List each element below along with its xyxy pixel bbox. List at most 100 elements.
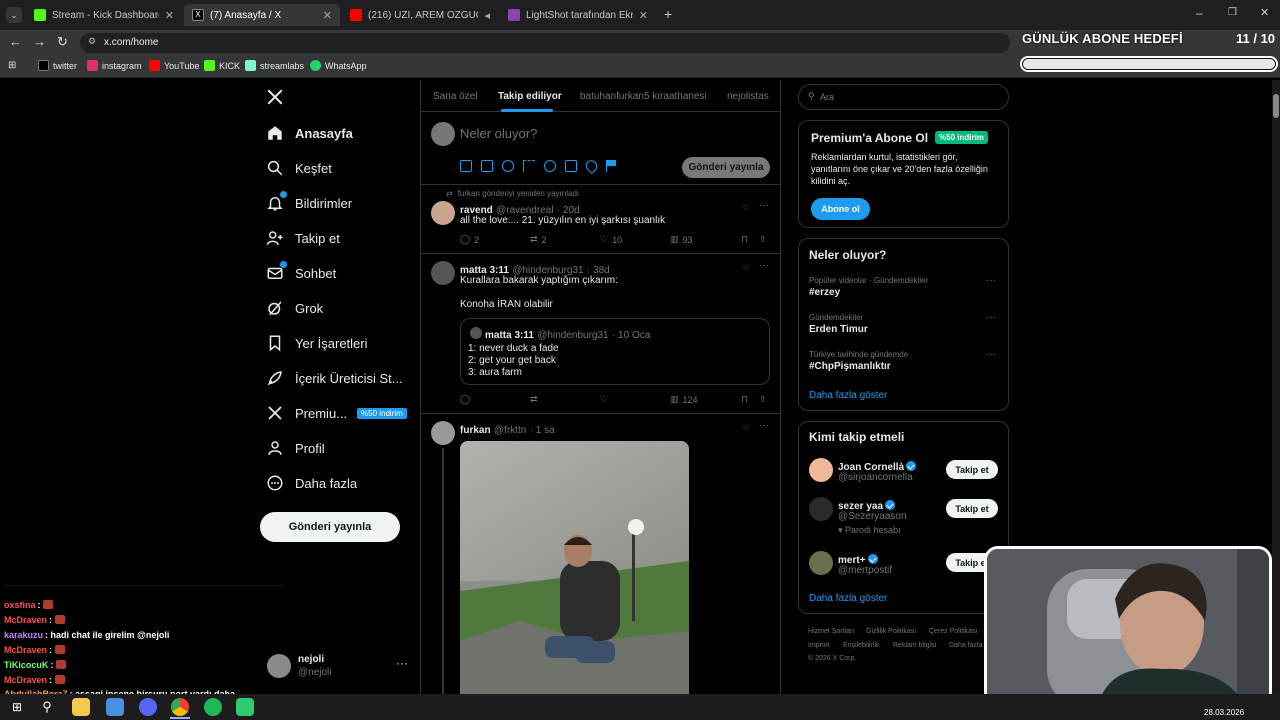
subscribe-button[interactable]: Abone ol bbox=[811, 198, 870, 220]
tab-list-nejolistas[interactable]: nejolistas bbox=[727, 91, 769, 102]
tweet-author-handle[interactable]: @frkttn bbox=[494, 425, 526, 436]
reply-button[interactable]: ◯ 2 bbox=[460, 234, 479, 245]
avatar[interactable] bbox=[431, 261, 455, 285]
nav-notifications[interactable]: Bildirimler bbox=[266, 191, 352, 212]
grok-icon[interactable] bbox=[502, 160, 514, 172]
image-icon[interactable] bbox=[460, 160, 472, 172]
post-button[interactable]: Gönderi yayınla bbox=[260, 512, 400, 542]
address-bar[interactable]: ⚙ x.com/home bbox=[80, 33, 1010, 53]
who-to-follow-show-more[interactable]: Daha fazla göster bbox=[809, 593, 887, 604]
tweet-photo[interactable] bbox=[460, 441, 689, 694]
app-icon[interactable] bbox=[106, 698, 124, 716]
tab-youtube[interactable]: (216) UZI, AREM OZGUC, ARMA... ◂ bbox=[342, 4, 498, 26]
tab-kick-dashboard[interactable]: Stream - Kick Dashboard ✕ bbox=[26, 4, 182, 26]
footer-link[interactable]: Erişilebilirlik bbox=[843, 642, 880, 649]
grok-icon[interactable]: ◌ bbox=[743, 202, 749, 213]
suggested-user-name[interactable]: Joan Cornellà bbox=[838, 459, 917, 473]
footer-link[interactable]: Imprint bbox=[808, 642, 829, 649]
reload-icon[interactable]: ↻ bbox=[57, 34, 68, 50]
search-input[interactable]: Ara bbox=[820, 92, 834, 102]
share-button[interactable]: ⇧ bbox=[759, 394, 767, 405]
avatar[interactable] bbox=[809, 551, 833, 575]
search-box[interactable]: ⚲ Ara bbox=[798, 84, 1009, 110]
close-icon[interactable]: ✕ bbox=[165, 9, 174, 22]
nav-home[interactable]: Anasayfa bbox=[266, 124, 353, 142]
new-tab-icon[interactable]: + bbox=[664, 6, 672, 22]
avatar[interactable] bbox=[431, 421, 455, 445]
search-icon[interactable]: ⚲ bbox=[38, 698, 56, 716]
trend-item[interactable]: Erden Timur bbox=[809, 324, 868, 335]
trends-show-more[interactable]: Daha fazla göster bbox=[809, 390, 887, 401]
compose-post-button[interactable]: Gönderi yayınla bbox=[682, 157, 770, 178]
scrollbar-thumb[interactable] bbox=[1273, 94, 1279, 118]
avatar[interactable] bbox=[809, 458, 833, 482]
windows-start-icon[interactable]: ⊞ bbox=[8, 698, 26, 716]
footer-link[interactable]: Hizmet Şartları bbox=[808, 628, 854, 635]
page-scrollbar[interactable] bbox=[1272, 80, 1280, 694]
poll-icon[interactable] bbox=[523, 160, 535, 172]
forward-icon[interactable]: → bbox=[33, 34, 46, 49]
restore-icon[interactable]: ❐ bbox=[1228, 7, 1237, 18]
reply-button[interactable]: ◯ bbox=[460, 394, 470, 405]
tab-x-home[interactable]: X (7) Anasayfa / X ✕ bbox=[184, 4, 340, 26]
close-window-icon[interactable]: ✕ bbox=[1260, 6, 1269, 19]
audio-icon[interactable]: ◂ bbox=[484, 9, 490, 22]
footer-link[interactable]: Çerez Politikası bbox=[929, 628, 978, 635]
bookmark-whatsapp[interactable]: WhatsApp bbox=[310, 60, 367, 71]
tab-for-you[interactable]: Sana özel bbox=[433, 91, 477, 102]
compose-input[interactable]: Neler oluyor? bbox=[460, 126, 537, 141]
emoji-icon[interactable] bbox=[544, 160, 556, 172]
bookmark-button[interactable]: ⊓ bbox=[741, 234, 748, 245]
more-options-icon[interactable]: ··· bbox=[759, 420, 769, 431]
nav-more[interactable]: Daha fazla bbox=[266, 474, 357, 492]
nav-creator-studio[interactable]: İçerik Üreticisi St... bbox=[266, 369, 403, 387]
tab-search-button[interactable]: ⌄ bbox=[6, 7, 22, 23]
close-icon[interactable]: ✕ bbox=[323, 9, 332, 22]
nav-follow[interactable]: Takip et bbox=[266, 229, 340, 247]
account-switcher[interactable]: nejoli @nejoli ··· bbox=[266, 652, 410, 682]
close-icon[interactable]: ✕ bbox=[639, 9, 648, 22]
apps-icon[interactable]: ⊞ bbox=[8, 60, 16, 71]
nav-explore[interactable]: Keşfet bbox=[266, 159, 332, 177]
follow-button[interactable]: Takip et bbox=[946, 460, 998, 479]
bookmark-twitter[interactable]: twitter bbox=[38, 60, 77, 71]
footer-link[interactable]: Daha fazla bbox=[949, 642, 982, 649]
tweet-author-name[interactable]: furkan bbox=[460, 425, 491, 436]
app-icon[interactable] bbox=[236, 698, 254, 716]
discord-icon[interactable] bbox=[139, 698, 157, 716]
grok-icon[interactable]: ◌ bbox=[743, 422, 749, 433]
avatar[interactable] bbox=[809, 497, 833, 521]
more-options-icon[interactable]: ··· bbox=[986, 312, 996, 323]
bookmark-streamlabs[interactable]: streamlabs bbox=[245, 60, 304, 71]
more-options-icon[interactable]: ··· bbox=[396, 656, 408, 670]
bookmark-kick[interactable]: KICK bbox=[204, 60, 240, 71]
more-options-icon[interactable]: ··· bbox=[759, 260, 769, 271]
tweet-time[interactable]: · 1 sa bbox=[530, 425, 555, 436]
trend-item[interactable]: #ChpPişmanlıktır bbox=[809, 361, 891, 372]
site-info-icon[interactable]: ⚙ bbox=[88, 36, 96, 47]
x-logo-icon[interactable] bbox=[266, 88, 284, 106]
nav-bookmarks[interactable]: Yer İşaretleri bbox=[266, 334, 368, 352]
bookmark-instagram[interactable]: instagram bbox=[87, 60, 142, 71]
flag-icon[interactable] bbox=[606, 160, 616, 172]
schedule-icon[interactable] bbox=[565, 160, 577, 172]
repost-button[interactable]: ⇄ 2 bbox=[530, 234, 547, 245]
nav-grok[interactable]: Grok bbox=[266, 299, 323, 317]
location-icon[interactable] bbox=[583, 157, 600, 175]
avatar[interactable] bbox=[431, 201, 455, 225]
grok-icon[interactable]: ◌ bbox=[743, 262, 749, 273]
back-icon[interactable]: ← bbox=[9, 34, 22, 49]
repost-button[interactable]: ⇄ bbox=[530, 394, 538, 405]
more-options-icon[interactable]: ··· bbox=[986, 349, 996, 360]
file-explorer-icon[interactable] bbox=[72, 698, 90, 716]
nav-chat[interactable]: Sohbet bbox=[266, 261, 336, 282]
views-button[interactable]: ▥ 93 bbox=[670, 234, 693, 245]
tab-following[interactable]: Takip ediliyor bbox=[498, 91, 562, 102]
bookmark-youtube[interactable]: YouTube bbox=[149, 60, 199, 71]
more-options-icon[interactable]: ··· bbox=[986, 275, 996, 286]
tab-list-kiraathanesi[interactable]: batuhanfurkan5 kıraathanesi bbox=[580, 91, 707, 102]
footer-link[interactable]: Reklam bilgisi bbox=[893, 642, 936, 649]
suggested-user-name[interactable]: mert+ bbox=[838, 552, 878, 566]
nav-profile[interactable]: Profil bbox=[266, 439, 325, 457]
like-button[interactable]: ♡ bbox=[600, 394, 608, 405]
